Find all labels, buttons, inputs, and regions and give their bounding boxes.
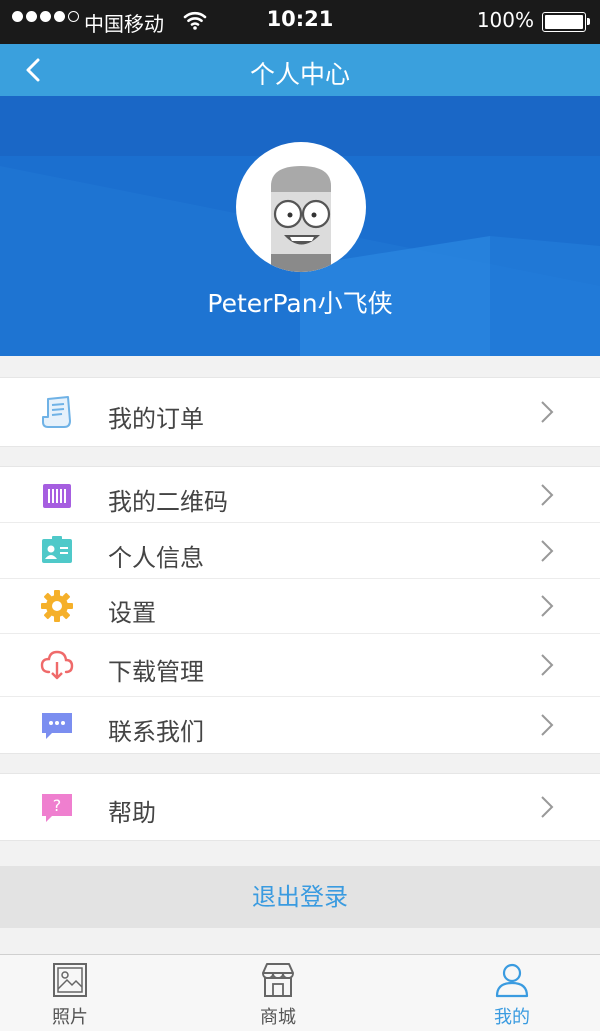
menu-item-label: 下载管理 bbox=[108, 658, 204, 686]
menu-group-help: ? 帮助 bbox=[0, 773, 600, 841]
photo-icon bbox=[53, 963, 87, 997]
chevron-right-icon bbox=[541, 484, 554, 506]
qr-code-icon bbox=[43, 484, 71, 508]
chevron-right-icon bbox=[541, 654, 554, 676]
menu-group-main: 我的二维码 个人信息 设置 下载管理 联系我们 bbox=[0, 466, 600, 754]
menu-item-label: 我的订单 bbox=[108, 405, 204, 433]
chevron-right-icon bbox=[541, 540, 554, 562]
tab-label: 我的 bbox=[494, 1007, 530, 1028]
status-bar: 中国移动 10:21 100% bbox=[0, 0, 600, 44]
tab-label: 商城 bbox=[260, 1007, 296, 1028]
menu-item-label: 我的二维码 bbox=[108, 488, 228, 516]
svg-text:?: ? bbox=[53, 796, 62, 815]
tab-mine[interactable]: 我的 bbox=[452, 961, 572, 1029]
tab-label: 照片 bbox=[52, 1007, 88, 1028]
chevron-right-icon bbox=[541, 595, 554, 617]
battery-icon bbox=[542, 12, 590, 32]
tab-photos[interactable]: 照片 bbox=[10, 961, 130, 1029]
chevron-right-icon bbox=[541, 714, 554, 736]
menu-item-qr-code[interactable]: 我的二维码 bbox=[0, 467, 600, 523]
gear-icon bbox=[41, 590, 73, 622]
menu-item-label: 帮助 bbox=[108, 799, 156, 827]
menu-group-orders: 我的订单 bbox=[0, 377, 600, 447]
chevron-right-icon bbox=[541, 796, 554, 818]
order-receipt-icon bbox=[42, 396, 71, 428]
chat-bubble-icon bbox=[42, 713, 72, 739]
nav-bar: 个人中心 bbox=[0, 44, 600, 96]
id-card-icon bbox=[42, 536, 72, 563]
menu-item-downloads[interactable]: 下载管理 bbox=[0, 634, 600, 697]
cloud-download-icon bbox=[40, 650, 74, 680]
tab-bar: 照片 商城 我的 bbox=[0, 954, 600, 1031]
person-icon bbox=[495, 963, 529, 998]
profile-banner: PeterPan小飞侠 bbox=[0, 96, 600, 356]
tab-store[interactable]: 商城 bbox=[218, 961, 338, 1029]
menu-item-label: 设置 bbox=[108, 599, 156, 627]
logout-button[interactable]: 退出登录 bbox=[0, 866, 600, 928]
menu-item-contact-us[interactable]: 联系我们 bbox=[0, 697, 600, 753]
menu-item-orders[interactable]: 我的订单 bbox=[0, 378, 600, 446]
username: PeterPan小飞侠 bbox=[207, 289, 393, 318]
cartoon-avatar-icon bbox=[271, 166, 331, 272]
menu-item-settings[interactable]: 设置 bbox=[0, 579, 600, 634]
chevron-right-icon bbox=[541, 401, 554, 423]
avatar[interactable] bbox=[236, 142, 366, 272]
store-icon bbox=[262, 963, 294, 997]
page-title: 个人中心 bbox=[249, 60, 350, 89]
menu-item-label: 个人信息 bbox=[108, 544, 204, 572]
menu-item-label: 联系我们 bbox=[108, 718, 204, 746]
menu-item-help[interactable]: ? 帮助 bbox=[0, 774, 600, 840]
help-bubble-icon: ? bbox=[42, 794, 72, 822]
menu-item-profile-info[interactable]: 个人信息 bbox=[0, 523, 600, 579]
battery-percent: 100% bbox=[476, 8, 534, 32]
